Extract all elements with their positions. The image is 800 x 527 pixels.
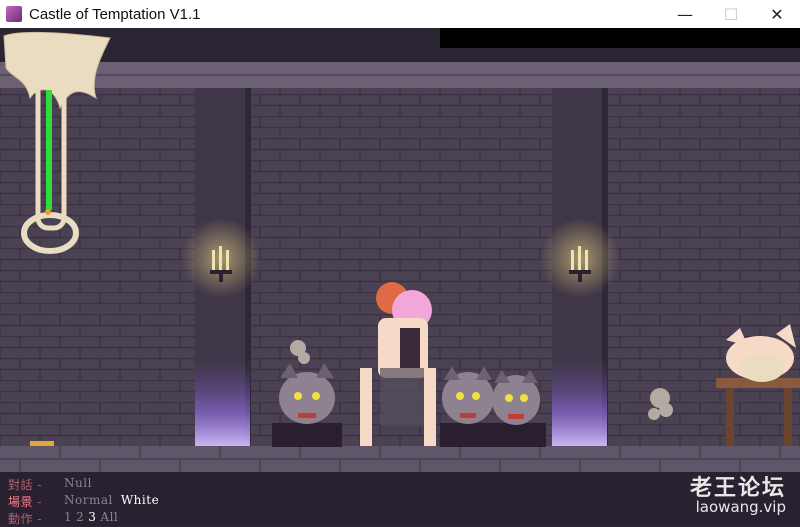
app-icon [6, 6, 22, 22]
hud-panel: 對話 - Null 場景 - Normal White 動作 - 1 2 3 A… [0, 472, 800, 526]
hud-action-row: 動作 - 1 2 3 All [8, 510, 126, 527]
scene-option-white[interactable]: White [121, 493, 159, 510]
portal-right [552, 358, 607, 448]
action-option-all[interactable]: All [100, 510, 118, 527]
action-label: 動作 - [8, 512, 42, 526]
scene-label: 場景 - [8, 495, 42, 509]
dialog-value[interactable]: Null [64, 476, 92, 493]
hud-scene-row: 場景 - Normal White [8, 493, 167, 510]
minimize-button[interactable]: — [662, 0, 708, 28]
window-title: Castle of Temptation V1.1 [29, 5, 201, 23]
action-option-3[interactable]: 3 [88, 510, 96, 527]
green-gauge [46, 90, 52, 210]
action-option-2[interactable]: 2 [76, 510, 84, 527]
close-button[interactable]: ✕ [754, 0, 800, 28]
dialog-label: 對話 - [8, 478, 42, 492]
window-titlebar: Castle of Temptation V1.1 — ☐ ✕ [0, 0, 800, 28]
game-viewport[interactable] [0, 28, 800, 526]
watermark-url: laowang.vip [695, 498, 786, 516]
scene-option-normal[interactable]: Normal [64, 493, 113, 510]
letterbox-bar [440, 28, 800, 48]
gargoyle-left [272, 363, 342, 447]
action-option-1[interactable]: 1 [64, 510, 72, 527]
floor-item-icon [30, 441, 54, 446]
portal-left [195, 358, 250, 448]
hud-dialog-row: 對話 - Null [8, 476, 100, 493]
game-scene [0, 28, 800, 526]
maximize-button[interactable]: ☐ [708, 0, 754, 28]
window-controls: — ☐ ✕ [662, 0, 800, 28]
